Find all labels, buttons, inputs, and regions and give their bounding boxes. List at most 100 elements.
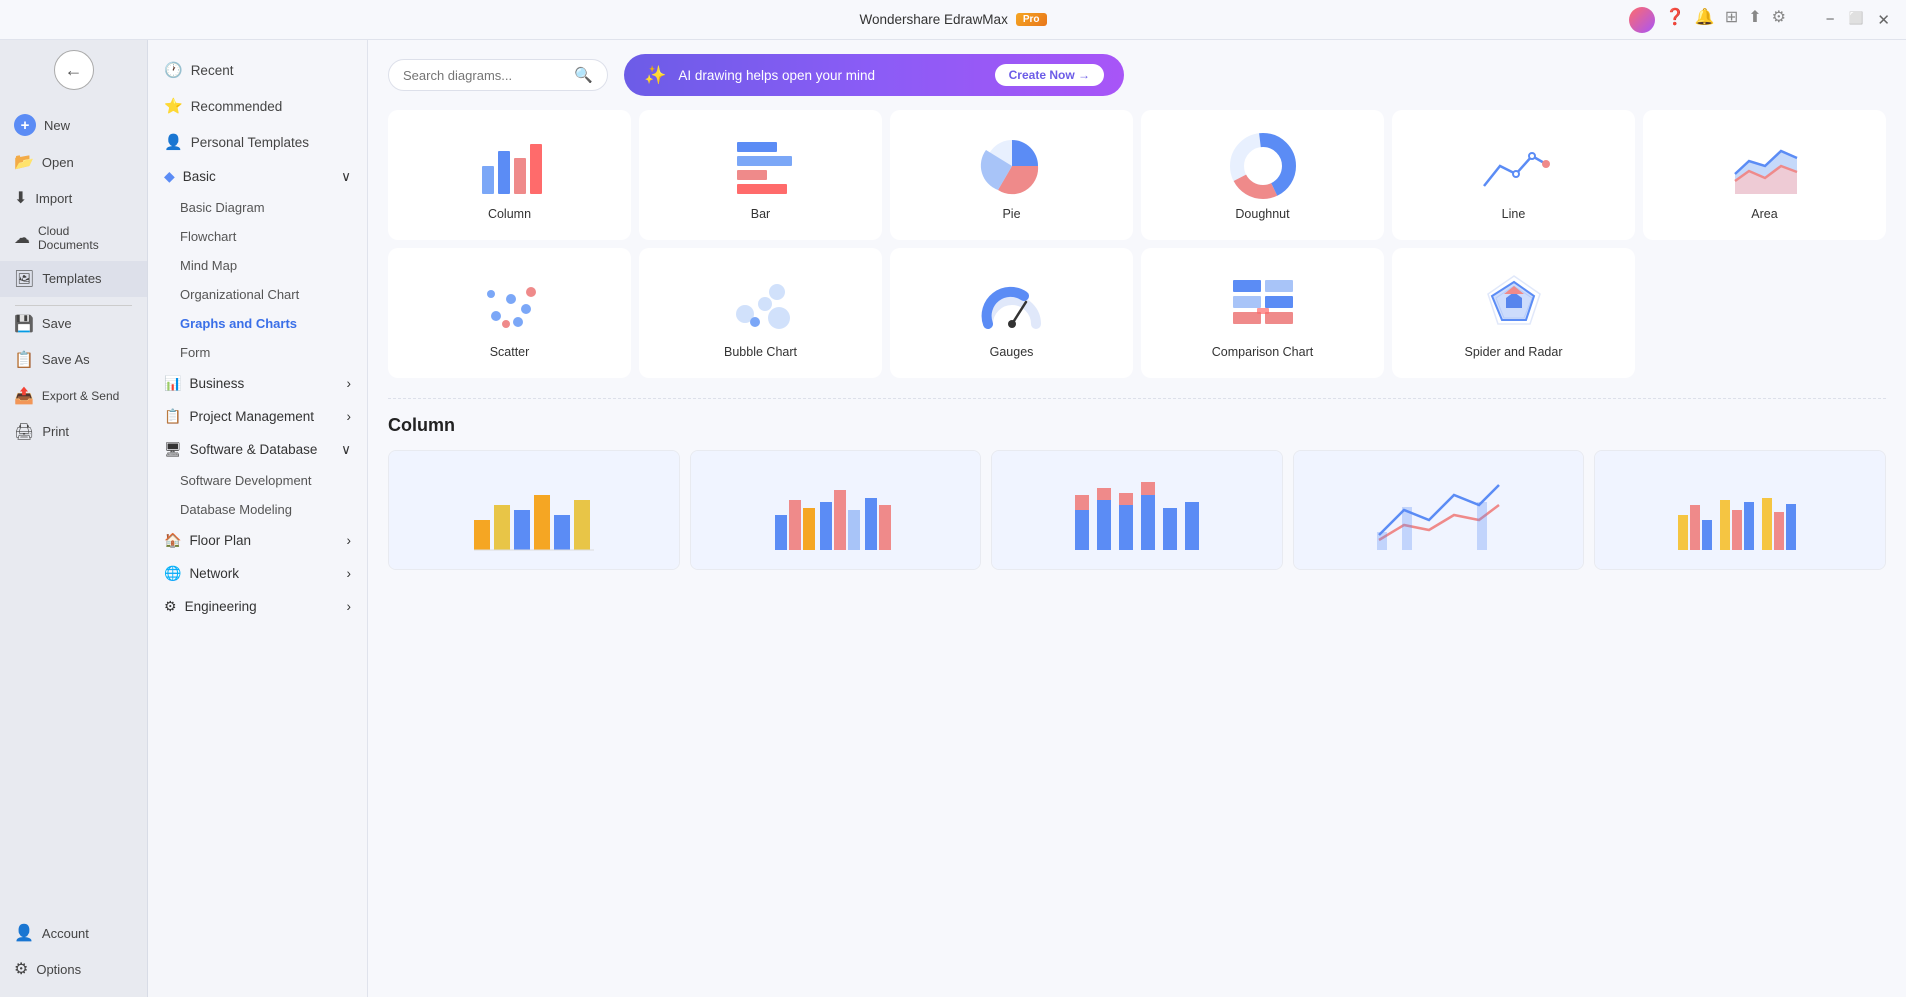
section-basic-header[interactable]: ◆ Basic ∨ [148,160,367,193]
scatter-chart-thumb [475,272,545,337]
minimize-button[interactable]: − [1826,11,1835,29]
account-label: Account [42,926,89,941]
software-dev-item[interactable]: Software Development [148,466,367,495]
save-nav-item[interactable]: 💾 Save [0,306,147,342]
sidebar-wide: 🕐 Recent ⭐ Recommended 👤 Personal Templa… [148,40,368,997]
chart-card-comparison[interactable]: Comparison Chart [1141,248,1384,378]
app-title: Wondershare EdrawMax Pro [860,12,1047,27]
chart-card-column[interactable]: Column [388,110,631,240]
template-card-2[interactable] [690,450,982,570]
chart-card-bubble[interactable]: Bubble Chart [639,248,882,378]
basic-icon: ◆ [164,168,175,185]
mind-map-item[interactable]: Mind Map [148,251,367,280]
chart-grid-section: Column Bar [368,110,1906,590]
settings-icon[interactable]: ⚙ [1772,7,1786,33]
account-nav-item[interactable]: 👤 Account [0,915,147,951]
recommended-item[interactable]: ⭐ Recommended [148,88,367,124]
save-as-nav-item[interactable]: 📋 Save As [0,342,147,378]
chart-card-gauges[interactable]: Gauges [890,248,1133,378]
import-nav-item[interactable]: ⬇ Import [0,180,147,216]
search-icon: 🔍 [574,66,593,84]
bar-label: Bar [751,207,770,221]
chart-card-line[interactable]: Line [1392,110,1635,240]
column-section-title: Column [388,415,1886,436]
section-software-header[interactable]: 🖥 Software & Database ∨ [148,433,367,466]
recent-icon: 🕐 [164,61,183,79]
export-nav-item[interactable]: 📤 Export & Send [0,378,147,414]
project-icon: 📋 [164,408,181,425]
chart-card-bar[interactable]: Bar [639,110,882,240]
template-card-1[interactable] [388,450,680,570]
ai-sparkle-icon: ✨ [644,65,666,86]
search-box[interactable]: 🔍 [388,59,608,91]
section-software: 🖥 Software & Database ∨ Software Develop… [148,433,367,524]
help-icon[interactable]: ❓ [1665,7,1685,33]
new-plus-circle: + [14,114,36,136]
print-nav-item[interactable]: 🖨 Print [0,414,147,450]
comparison-chart-thumb [1228,272,1298,337]
save-icon: 💾 [14,314,34,334]
section-business-header[interactable]: 📊 Business › [148,367,367,400]
cloud-label: Cloud Documents [38,224,133,253]
template-card-3[interactable] [991,450,1283,570]
basic-diagram-item[interactable]: Basic Diagram [148,193,367,222]
create-now-button[interactable]: Create Now → [995,64,1104,86]
network-icon: 🌐 [164,565,181,582]
chart-card-doughnut[interactable]: Doughnut [1141,110,1384,240]
chart-grid: Column Bar [388,110,1886,378]
bar-chart-thumb [726,134,796,199]
section-network-header[interactable]: 🌐 Network › [148,557,367,590]
section-engineering-header[interactable]: ⚙ Engineering › [148,590,367,623]
pie-label: Pie [1002,207,1020,221]
export-label: Export & Send [42,389,119,403]
open-nav-item[interactable]: 📂 Open [0,144,147,180]
avatar-icon[interactable] [1629,7,1655,33]
section-project-header[interactable]: 📋 Project Management › [148,400,367,433]
network-chevron: › [347,566,352,581]
options-nav-item[interactable]: ⚙ Options [0,951,147,987]
ai-banner-text: AI drawing helps open your mind [678,68,982,83]
search-input[interactable] [403,68,566,83]
new-nav-item[interactable]: + New [0,106,147,144]
flowchart-item[interactable]: Flowchart [148,222,367,251]
org-chart-item[interactable]: Organizational Chart [148,280,367,309]
recent-item[interactable]: 🕐 Recent [148,52,367,88]
recent-label: Recent [191,63,234,78]
templates-nav-item[interactable]: 🖼 Templates [0,261,147,297]
new-label: New [44,118,70,133]
comparison-label: Comparison Chart [1212,345,1313,359]
chart-card-area[interactable]: Area [1643,110,1886,240]
notification-icon[interactable]: 🔔 [1695,7,1715,33]
save-as-icon: 📋 [14,350,34,370]
back-button[interactable]: ← [54,50,94,90]
open-icon: 📂 [14,152,34,172]
engineering-label: Engineering [185,599,257,614]
create-now-label: Create Now → [1009,68,1090,82]
db-modeling-item[interactable]: Database Modeling [148,495,367,524]
chart-card-spider[interactable]: Spider and Radar [1392,248,1635,378]
gauges-label: Gauges [990,345,1034,359]
basic-sub-items: Basic Diagram Flowchart Mind Map Organiz… [148,193,367,367]
template-card-5[interactable] [1594,450,1886,570]
form-item[interactable]: Form [148,338,367,367]
close-button[interactable]: ✕ [1877,11,1890,29]
business-icon: 📊 [164,375,181,392]
template-thumb-1 [389,451,679,569]
section-floorplan-header[interactable]: 🏠 Floor Plan › [148,524,367,557]
template-card-4[interactable] [1293,450,1585,570]
chart-card-pie[interactable]: Pie [890,110,1133,240]
ai-banner[interactable]: ✨ AI drawing helps open your mind Create… [624,54,1124,96]
bubble-label: Bubble Chart [724,345,797,359]
graphs-charts-item[interactable]: Graphs and Charts [148,309,367,338]
community-icon[interactable]: ⊞ [1725,7,1738,33]
engineering-icon: ⚙ [164,598,177,615]
restore-button[interactable]: ⬜ [1848,11,1863,29]
chart-card-scatter[interactable]: Scatter [388,248,631,378]
network-label: Network [189,566,239,581]
software-icon: 🖥 [164,441,182,458]
share-icon[interactable]: ⬆ [1748,7,1761,33]
software-chevron: ∨ [341,442,351,458]
business-chevron: › [347,376,352,391]
cloud-nav-item[interactable]: ☁ Cloud Documents [0,216,147,261]
personal-templates-item[interactable]: 👤 Personal Templates [148,124,367,160]
